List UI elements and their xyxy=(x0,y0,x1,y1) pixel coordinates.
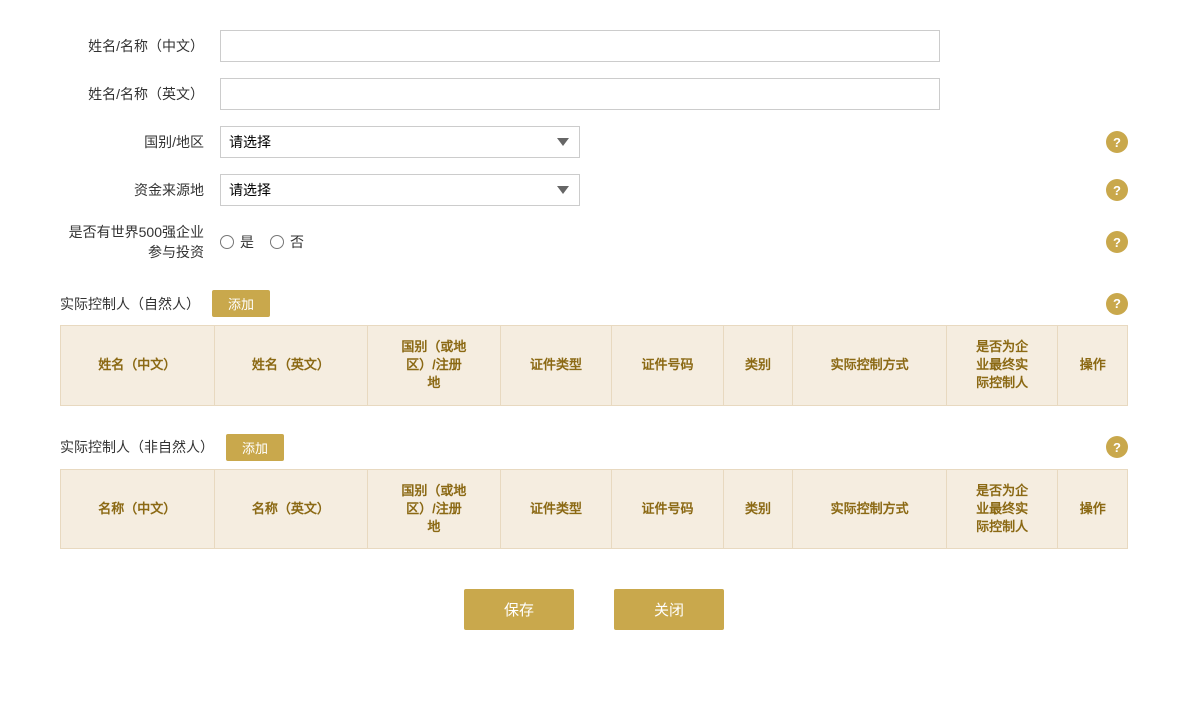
country-row: 国别/地区 请选择 ? xyxy=(60,126,1128,158)
page-container: 姓名/名称（中文） 姓名/名称（英文） 国别/地区 请选择 ? 资金来源地 请选… xyxy=(0,0,1188,705)
np-col-operation: 操作 xyxy=(1058,326,1128,406)
natural-person-help-icon[interactable]: ? xyxy=(1106,293,1128,315)
country-help-icon[interactable]: ? xyxy=(1106,131,1128,153)
fund-source-help-icon[interactable]: ? xyxy=(1106,179,1128,201)
np-col-cert-no: 证件号码 xyxy=(612,326,724,406)
nnp-col-control-method: 实际控制方式 xyxy=(793,469,947,549)
nnp-col-name-cn: 名称（中文） xyxy=(61,469,215,549)
name-cn-label: 姓名/名称（中文） xyxy=(60,36,220,56)
natural-person-title: 实际控制人（自然人） xyxy=(60,294,200,314)
non-natural-person-header: 实际控制人（非自然人） 添加 ? xyxy=(60,426,1128,469)
nnp-col-cert-type: 证件类型 xyxy=(500,469,612,549)
bottom-buttons: 保存 关闭 xyxy=(60,589,1128,630)
non-natural-person-section: 实际控制人（非自然人） 添加 ? 名称（中文） 名称（英文） 国别（或地区）/注… xyxy=(60,426,1128,550)
fortune500-radio-group: 是 否 xyxy=(220,232,304,252)
nnp-table-header-row: 名称（中文） 名称（英文） 国别（或地区）/注册地 证件类型 证件号码 类别 实… xyxy=(61,469,1128,549)
np-col-name-cn: 姓名（中文） xyxy=(61,326,215,406)
natural-person-table: 姓名（中文） 姓名（英文） 国别（或地区）/注册地 证件类型 证件号码 类别 实… xyxy=(60,325,1128,406)
nnp-col-operation: 操作 xyxy=(1058,469,1128,549)
country-label: 国别/地区 xyxy=(60,132,220,152)
natural-person-table-header-row: 姓名（中文） 姓名（英文） 国别（或地区）/注册地 证件类型 证件号码 类别 实… xyxy=(61,326,1128,406)
nnp-col-category: 类别 xyxy=(723,469,793,549)
fund-source-label: 资金来源地 xyxy=(60,180,220,200)
form-section: 姓名/名称（中文） 姓名/名称（英文） 国别/地区 请选择 ? 资金来源地 请选… xyxy=(60,30,1128,262)
natural-person-section: 实际控制人（自然人） 添加 ? 姓名（中文） 姓名（英文） 国别（或地区）/注册… xyxy=(60,282,1128,406)
country-select[interactable]: 请选择 xyxy=(220,126,580,158)
np-col-name-en: 姓名（英文） xyxy=(214,326,368,406)
radio-yes-item[interactable]: 是 xyxy=(220,232,254,252)
close-button[interactable]: 关闭 xyxy=(614,589,724,630)
fund-source-row: 资金来源地 请选择 ? xyxy=(60,174,1128,206)
name-cn-row: 姓名/名称（中文） xyxy=(60,30,1128,62)
non-natural-person-table: 名称（中文） 名称（英文） 国别（或地区）/注册地 证件类型 证件号码 类别 实… xyxy=(60,469,1128,550)
name-en-row: 姓名/名称（英文） xyxy=(60,78,1128,110)
nnp-col-name-en: 名称（英文） xyxy=(214,469,368,549)
save-button[interactable]: 保存 xyxy=(464,589,574,630)
fortune500-label: 是否有世界500强企业参与投资 xyxy=(60,222,220,262)
non-natural-person-title: 实际控制人（非自然人） xyxy=(60,437,214,457)
name-en-input[interactable] xyxy=(220,78,940,110)
radio-no-label: 否 xyxy=(290,232,304,252)
radio-yes-input[interactable] xyxy=(220,235,234,249)
fortune500-row: 是否有世界500强企业参与投资 是 否 ? xyxy=(60,222,1128,262)
fund-source-select[interactable]: 请选择 xyxy=(220,174,580,206)
np-col-control-method: 实际控制方式 xyxy=(793,326,947,406)
radio-no-item[interactable]: 否 xyxy=(270,232,304,252)
fortune500-help-icon[interactable]: ? xyxy=(1106,231,1128,253)
radio-yes-label: 是 xyxy=(240,232,254,252)
nnp-col-country: 国别（或地区）/注册地 xyxy=(368,469,501,549)
nnp-col-ultimate-controller: 是否为企业最终实际控制人 xyxy=(946,469,1058,549)
np-col-cert-type: 证件类型 xyxy=(500,326,612,406)
name-en-label: 姓名/名称（英文） xyxy=(60,84,220,104)
np-col-ultimate-controller: 是否为企业最终实际控制人 xyxy=(946,326,1058,406)
nnp-col-cert-no: 证件号码 xyxy=(612,469,724,549)
natural-person-add-button[interactable]: 添加 xyxy=(212,290,270,317)
natural-person-header: 实际控制人（自然人） 添加 ? xyxy=(60,282,1128,325)
radio-no-input[interactable] xyxy=(270,235,284,249)
np-col-country: 国别（或地区）/注册地 xyxy=(368,326,501,406)
non-natural-person-help-icon[interactable]: ? xyxy=(1106,436,1128,458)
name-cn-input[interactable] xyxy=(220,30,940,62)
np-col-category: 类别 xyxy=(723,326,793,406)
non-natural-person-add-button[interactable]: 添加 xyxy=(226,434,284,461)
